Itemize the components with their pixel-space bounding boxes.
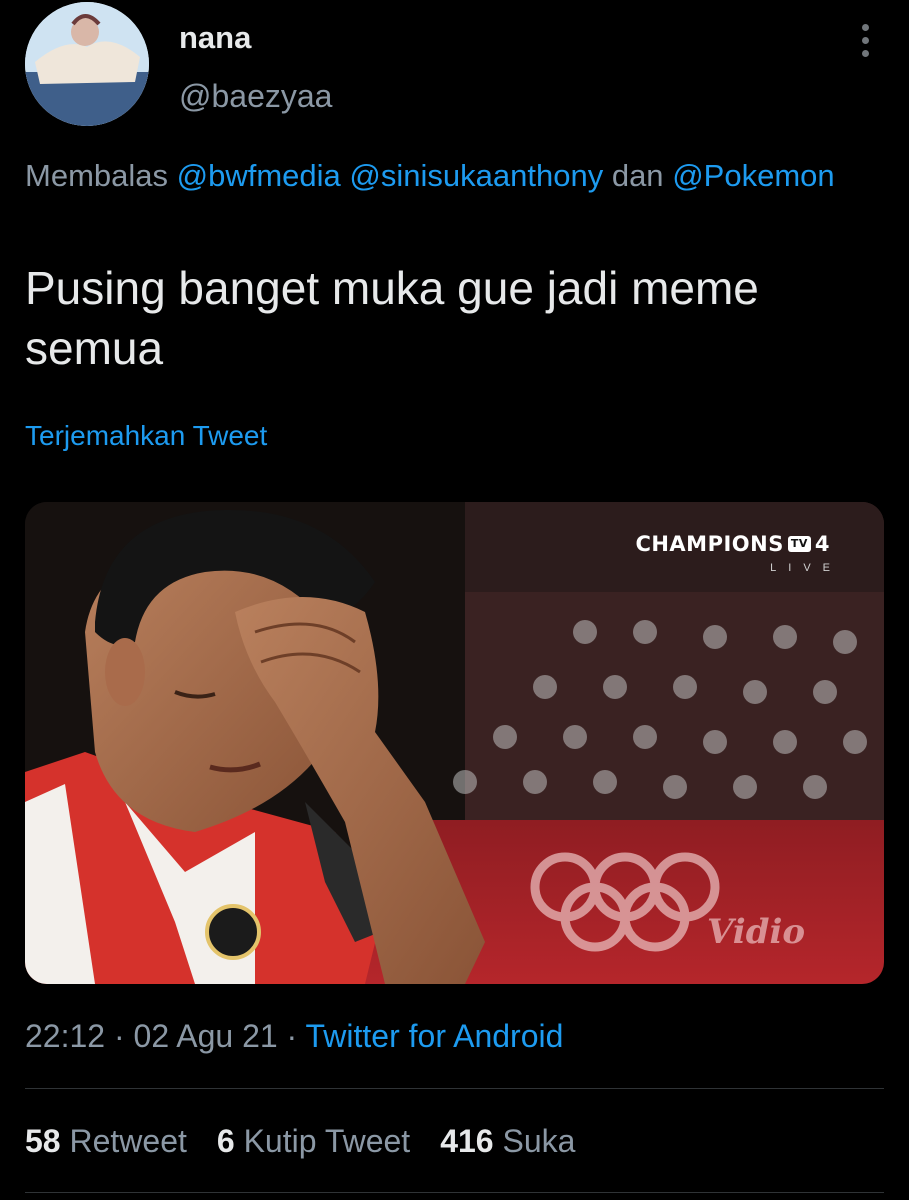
tweet-meta: 22:12 · 02 Agu 21 · Twitter for Android	[25, 1018, 563, 1055]
more-options-button[interactable]	[848, 18, 882, 62]
quote-tweets-count: 6	[216, 1123, 235, 1159]
reply-context: Membalas @bwfmedia @sinisukaanthony dan …	[25, 153, 845, 199]
mention-link[interactable]: @sinisukaanthony	[349, 158, 603, 193]
retweets-label: Retweet	[69, 1123, 187, 1159]
reply-conjunction: dan	[611, 158, 664, 193]
likes-label: Suka	[502, 1123, 576, 1159]
divider	[25, 1088, 884, 1089]
tweet-stats: 58 Retweet 6 Kutip Tweet 416 Suka	[25, 1123, 575, 1160]
translate-tweet-link[interactable]: Terjemahkan Tweet	[25, 420, 267, 452]
reply-prefix: Membalas	[25, 158, 168, 193]
quote-tweets-label: Kutip Tweet	[243, 1123, 411, 1159]
quote-tweets-stat[interactable]: 6 Kutip Tweet	[217, 1123, 410, 1160]
user-handle[interactable]: @baezyaa	[179, 78, 332, 115]
avatar[interactable]	[25, 2, 149, 126]
retweets-count: 58	[25, 1123, 61, 1159]
meta-separator: ·	[113, 1018, 125, 1054]
tweet-text: Pusing banget muka gue jadi meme semua	[25, 262, 759, 374]
vidio-watermark: Vidio	[707, 912, 806, 952]
broadcaster-live-label: LIVE	[770, 562, 842, 574]
mention-link[interactable]: @bwfmedia	[177, 158, 341, 193]
broadcaster-number: 4	[814, 532, 830, 556]
tweet-time: 22:12	[25, 1018, 106, 1054]
tweet-source-link[interactable]: Twitter for Android	[306, 1018, 564, 1054]
mention-link[interactable]: @Pokemon	[672, 158, 834, 193]
divider	[25, 1192, 884, 1193]
display-name[interactable]: nana	[179, 20, 251, 56]
tweet-date: 02 Agu 21	[133, 1018, 278, 1054]
more-vertical-icon	[861, 23, 869, 31]
broadcaster-name: CHAMPIONS	[635, 532, 784, 556]
likes-count: 416	[440, 1123, 494, 1159]
tweet-detail: nana @baezyaa Membalas @bwfmedia @sinisu…	[0, 0, 909, 1200]
retweets-stat[interactable]: 58 Retweet	[25, 1123, 187, 1160]
broadcaster-logo: CHAMPIONS TV 4 LIVE	[635, 532, 830, 574]
likes-stat[interactable]: 416 Suka	[440, 1123, 575, 1160]
tv-badge: TV	[787, 536, 811, 552]
meta-separator: ·	[286, 1018, 298, 1054]
tweet-image[interactable]: CHAMPIONS TV 4 LIVE Vidio	[25, 502, 884, 984]
